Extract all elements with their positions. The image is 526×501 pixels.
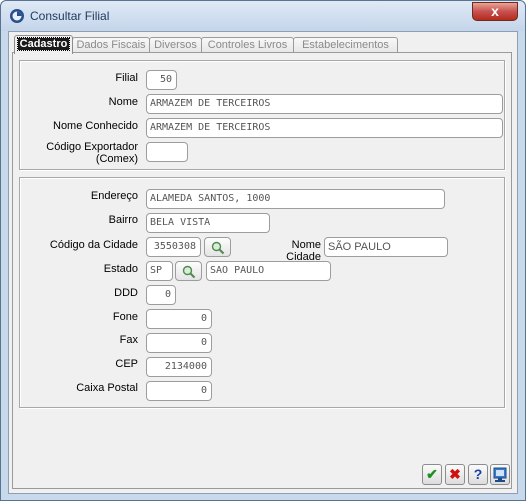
identification-group: Filial 50 Nome ARMAZEM DE TERCEIROS Nome…	[19, 60, 505, 170]
x-icon: ✖	[449, 466, 461, 482]
tab-controles-livros[interactable]: Controles Livros	[201, 37, 294, 53]
cep-field[interactable]: 2134000	[146, 357, 212, 377]
confirm-button[interactable]: ✔	[422, 464, 442, 485]
window: Consultar Filial x Cadastro Dados Fiscai…	[0, 0, 526, 501]
codigo-exportador-label-line2: (Comex)	[95, 153, 138, 165]
codigo-cidade-field[interactable]: 3550308	[146, 237, 201, 257]
nome-field[interactable]: ARMAZEM DE TERCEIROS	[146, 94, 503, 114]
search-icon	[211, 241, 225, 255]
help-button[interactable]: ?	[468, 464, 488, 485]
nome-label: Nome	[108, 96, 138, 108]
check-icon: ✔	[426, 466, 438, 482]
fax-field[interactable]: 0	[146, 333, 212, 353]
bairro-field[interactable]: BELA VISTA	[146, 213, 270, 233]
bairro-label: Bairro	[108, 214, 138, 226]
caixa-postal-field[interactable]: 0	[146, 381, 212, 401]
caixa-postal-label: Caixa Postal	[76, 382, 138, 394]
exit-button[interactable]	[490, 464, 510, 485]
cep-label: CEP	[115, 358, 138, 370]
nome-cidade-label: Nome Cidade	[286, 239, 321, 263]
address-group: Endereço ALAMEDA SANTOS, 1000 Bairro BEL…	[19, 177, 505, 408]
filial-label: Filial	[115, 72, 138, 84]
tab-dados-fiscais[interactable]: Dados Fiscais	[72, 37, 150, 53]
fax-label: Fax	[119, 334, 138, 346]
nome-conhecido-field[interactable]: ARMAZEM DE TERCEIROS	[146, 118, 503, 138]
exit-icon	[493, 467, 507, 482]
fone-field[interactable]: 0	[146, 309, 212, 329]
filial-field[interactable]: 50	[146, 70, 177, 90]
codigo-exportador-field[interactable]	[146, 142, 188, 162]
tab-label: Cadastro	[16, 37, 71, 51]
endereco-label: Endereço	[90, 190, 138, 202]
cancel-button[interactable]: ✖	[445, 464, 465, 485]
state-lookup-button[interactable]	[175, 261, 202, 281]
window-title: Consultar Filial	[30, 9, 110, 23]
endereco-field[interactable]: ALAMEDA SANTOS, 1000	[146, 189, 445, 209]
nome-conhecido-label: Nome Conhecido	[53, 120, 138, 132]
estado-nome-field[interactable]: SAO PAULO	[206, 261, 331, 281]
tab-diversos[interactable]: Diversos	[149, 37, 202, 53]
estado-field[interactable]: SP	[146, 261, 173, 281]
tab-page-cadastro: Filial 50 Nome ARMAZEM DE TERCEIROS Nome…	[12, 52, 512, 489]
codigo-cidade-label: Código da Cidade	[49, 239, 138, 251]
tab-cadastro[interactable]: Cadastro	[14, 35, 73, 54]
tab-estabelecimentos[interactable]: Estabelecimentos	[293, 37, 398, 53]
title-bar[interactable]: Consultar Filial x	[1, 1, 525, 31]
codigo-exportador-label-line1: Código Exportador	[46, 141, 138, 153]
help-icon: ?	[473, 466, 483, 482]
city-lookup-button[interactable]	[204, 237, 231, 257]
close-button[interactable]: x	[472, 2, 518, 21]
search-icon	[182, 265, 196, 279]
window-client: Cadastro Dados Fiscais Diversos Controle…	[8, 31, 518, 494]
nome-cidade-field[interactable]: SÃO PAULO	[324, 237, 448, 257]
fone-label: Fone	[112, 311, 138, 323]
app-icon	[10, 9, 24, 23]
estado-label: Estado	[103, 263, 138, 275]
ddd-label: DDD	[114, 287, 138, 299]
ddd-field[interactable]: 0	[146, 285, 176, 305]
codigo-exportador-label: Código Exportador (Comex)	[20, 141, 138, 165]
